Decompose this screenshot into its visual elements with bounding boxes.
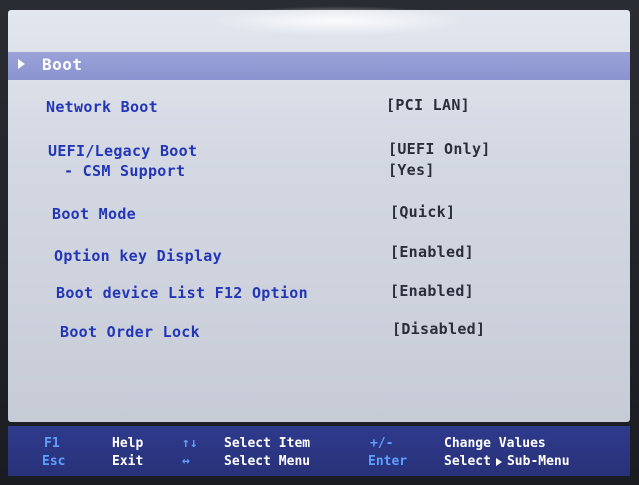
key-esc: Esc	[42, 454, 66, 469]
section-title: Boot	[42, 55, 83, 74]
setting-option-key-display[interactable]: Option key Display	[54, 247, 222, 265]
key-f1: F1	[44, 436, 60, 451]
desc-select-label: Select	[444, 454, 491, 469]
right-arrow-icon	[495, 457, 502, 466]
desc-sub-menu-label: Sub-Menu	[506, 454, 570, 469]
setting-boot-device-list-f12[interactable]: Boot device List F12 Option	[56, 284, 308, 302]
desc-change-values: Change Values	[444, 436, 546, 451]
section-header-boot[interactable]: Boot	[8, 52, 630, 80]
value-csm-support[interactable]: [Yes]	[388, 161, 435, 179]
desc-select-menu: Select Menu	[224, 454, 311, 469]
desc-select-item: Select Item	[224, 436, 311, 451]
desc-exit: Exit	[112, 454, 144, 469]
value-boot-mode[interactable]: [Quick]	[390, 203, 455, 221]
setting-csm-support[interactable]: - CSM Support	[64, 162, 185, 180]
arrow-up-down-icon: ↑↓	[182, 436, 198, 451]
bios-setup-panel: Boot Network Boot [PCI LAN] UEFI/Legacy …	[8, 6, 630, 422]
value-boot-order-lock[interactable]: [Disabled]	[392, 320, 485, 338]
key-plus-minus: +/-	[370, 436, 394, 451]
key-help-bar: F1 Help ↑↓ Select Item +/- Change Values…	[8, 426, 630, 476]
desc-help: Help	[112, 436, 144, 451]
arrow-left-right-icon: ↔	[182, 454, 190, 469]
setting-boot-mode[interactable]: Boot Mode	[52, 205, 136, 223]
value-uefi-legacy-boot[interactable]: [UEFI Only]	[388, 140, 491, 158]
key-enter: Enter	[368, 454, 408, 469]
setting-network-boot[interactable]: Network Boot	[46, 98, 158, 116]
value-boot-device-list-f12[interactable]: [Enabled]	[390, 282, 474, 300]
desc-select-sub-menu: Select Sub-Menu	[444, 454, 570, 469]
setting-uefi-legacy-boot[interactable]: UEFI/Legacy Boot	[48, 142, 197, 160]
value-option-key-display[interactable]: [Enabled]	[390, 243, 474, 261]
expand-arrow-icon	[18, 59, 25, 69]
value-network-boot[interactable]: [PCI LAN]	[386, 96, 470, 114]
setting-boot-order-lock[interactable]: Boot Order Lock	[60, 323, 200, 341]
